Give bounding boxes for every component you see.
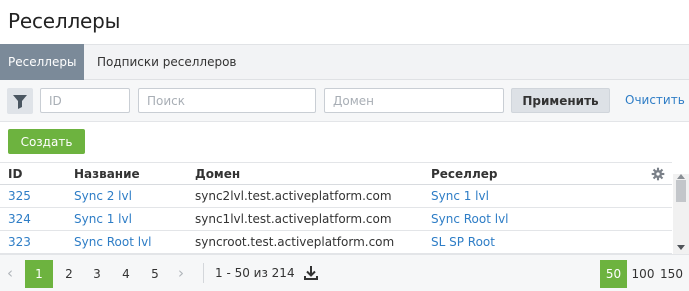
column-header-domain[interactable]: Домен [195,167,240,181]
filter-bar: Применить Очистить [0,80,689,122]
row-domain: sync1lvl.test.activeplatform.com [195,212,392,226]
domain-filter-input[interactable] [324,88,504,113]
column-header-name[interactable]: Название [74,167,140,181]
page-title: Реселлеры [8,9,121,33]
page-size-50-button[interactable]: 50 [600,260,627,288]
search-input[interactable] [138,88,316,113]
table-scrollbar[interactable] [673,174,689,254]
row-reseller-link[interactable]: Sync Root lvl [431,212,509,226]
table-row: 323 Sync Root lvl syncroot.test.activepl… [0,231,672,254]
column-header-id[interactable]: ID [8,167,22,181]
prev-page-icon[interactable]: ‹ [7,264,13,282]
table-row: 325 Sync 2 lvl sync2lvl.test.activeplatf… [0,185,672,208]
pagination-bar: ‹ 1 2 3 4 5 › 1 - 50 из 214 50 100 150 [0,254,689,291]
row-name-link[interactable]: Sync 2 lvl [74,189,132,203]
tab-reseller-subscriptions[interactable]: Подписки реселлеров [89,44,245,80]
page-4-button[interactable]: 4 [112,260,140,288]
download-icon[interactable] [303,265,319,281]
row-domain: syncroot.test.activeplatform.com [195,235,395,249]
next-page-icon[interactable]: › [178,264,184,282]
page-size-100-button[interactable]: 100 [630,260,656,288]
column-header-reseller[interactable]: Реселлер [431,167,498,181]
page-range-text: 1 - 50 из 214 [215,266,295,280]
row-domain: sync2lvl.test.activeplatform.com [195,189,392,203]
row-id-link[interactable]: 325 [8,189,31,203]
scrollbar-thumb[interactable] [676,180,686,202]
page-size-150-button[interactable]: 150 [658,260,685,288]
table-header: ID Название Домен Реселлер [0,162,672,185]
page-1-button[interactable]: 1 [25,260,53,288]
row-reseller-link[interactable]: Sync 1 lvl [431,189,489,203]
page-5-button[interactable]: 5 [141,260,169,288]
page-3-button[interactable]: 3 [83,260,111,288]
row-id-link[interactable]: 324 [8,212,31,226]
table-row: 324 Sync 1 lvl sync1lvl.test.activeplatf… [0,208,672,231]
row-reseller-link[interactable]: SL SP Root [431,235,495,249]
row-id-link[interactable]: 323 [8,235,31,249]
row-name-link[interactable]: Sync 1 lvl [74,212,132,226]
clear-link[interactable]: Очистить [625,93,685,107]
gear-icon[interactable] [651,167,665,181]
id-filter-input[interactable] [40,88,130,113]
resellers-table: ID Название Домен Реселлер 325 Sync 2 lv… [0,162,689,254]
pager-divider [203,263,204,283]
filter-toggle-button[interactable] [7,88,33,114]
create-button[interactable]: Создать [8,129,85,154]
row-name-link[interactable]: Sync Root lvl [74,235,152,249]
tab-resellers[interactable]: Реселлеры [0,44,84,80]
tabs-bar: Реселлеры Подписки реселлеров [0,44,689,80]
apply-button[interactable]: Применить [511,88,610,113]
scroll-up-arrow-icon[interactable] [677,174,685,179]
filter-icon [13,95,27,109]
page-2-button[interactable]: 2 [55,260,83,288]
scroll-down-arrow-icon[interactable] [677,245,685,250]
